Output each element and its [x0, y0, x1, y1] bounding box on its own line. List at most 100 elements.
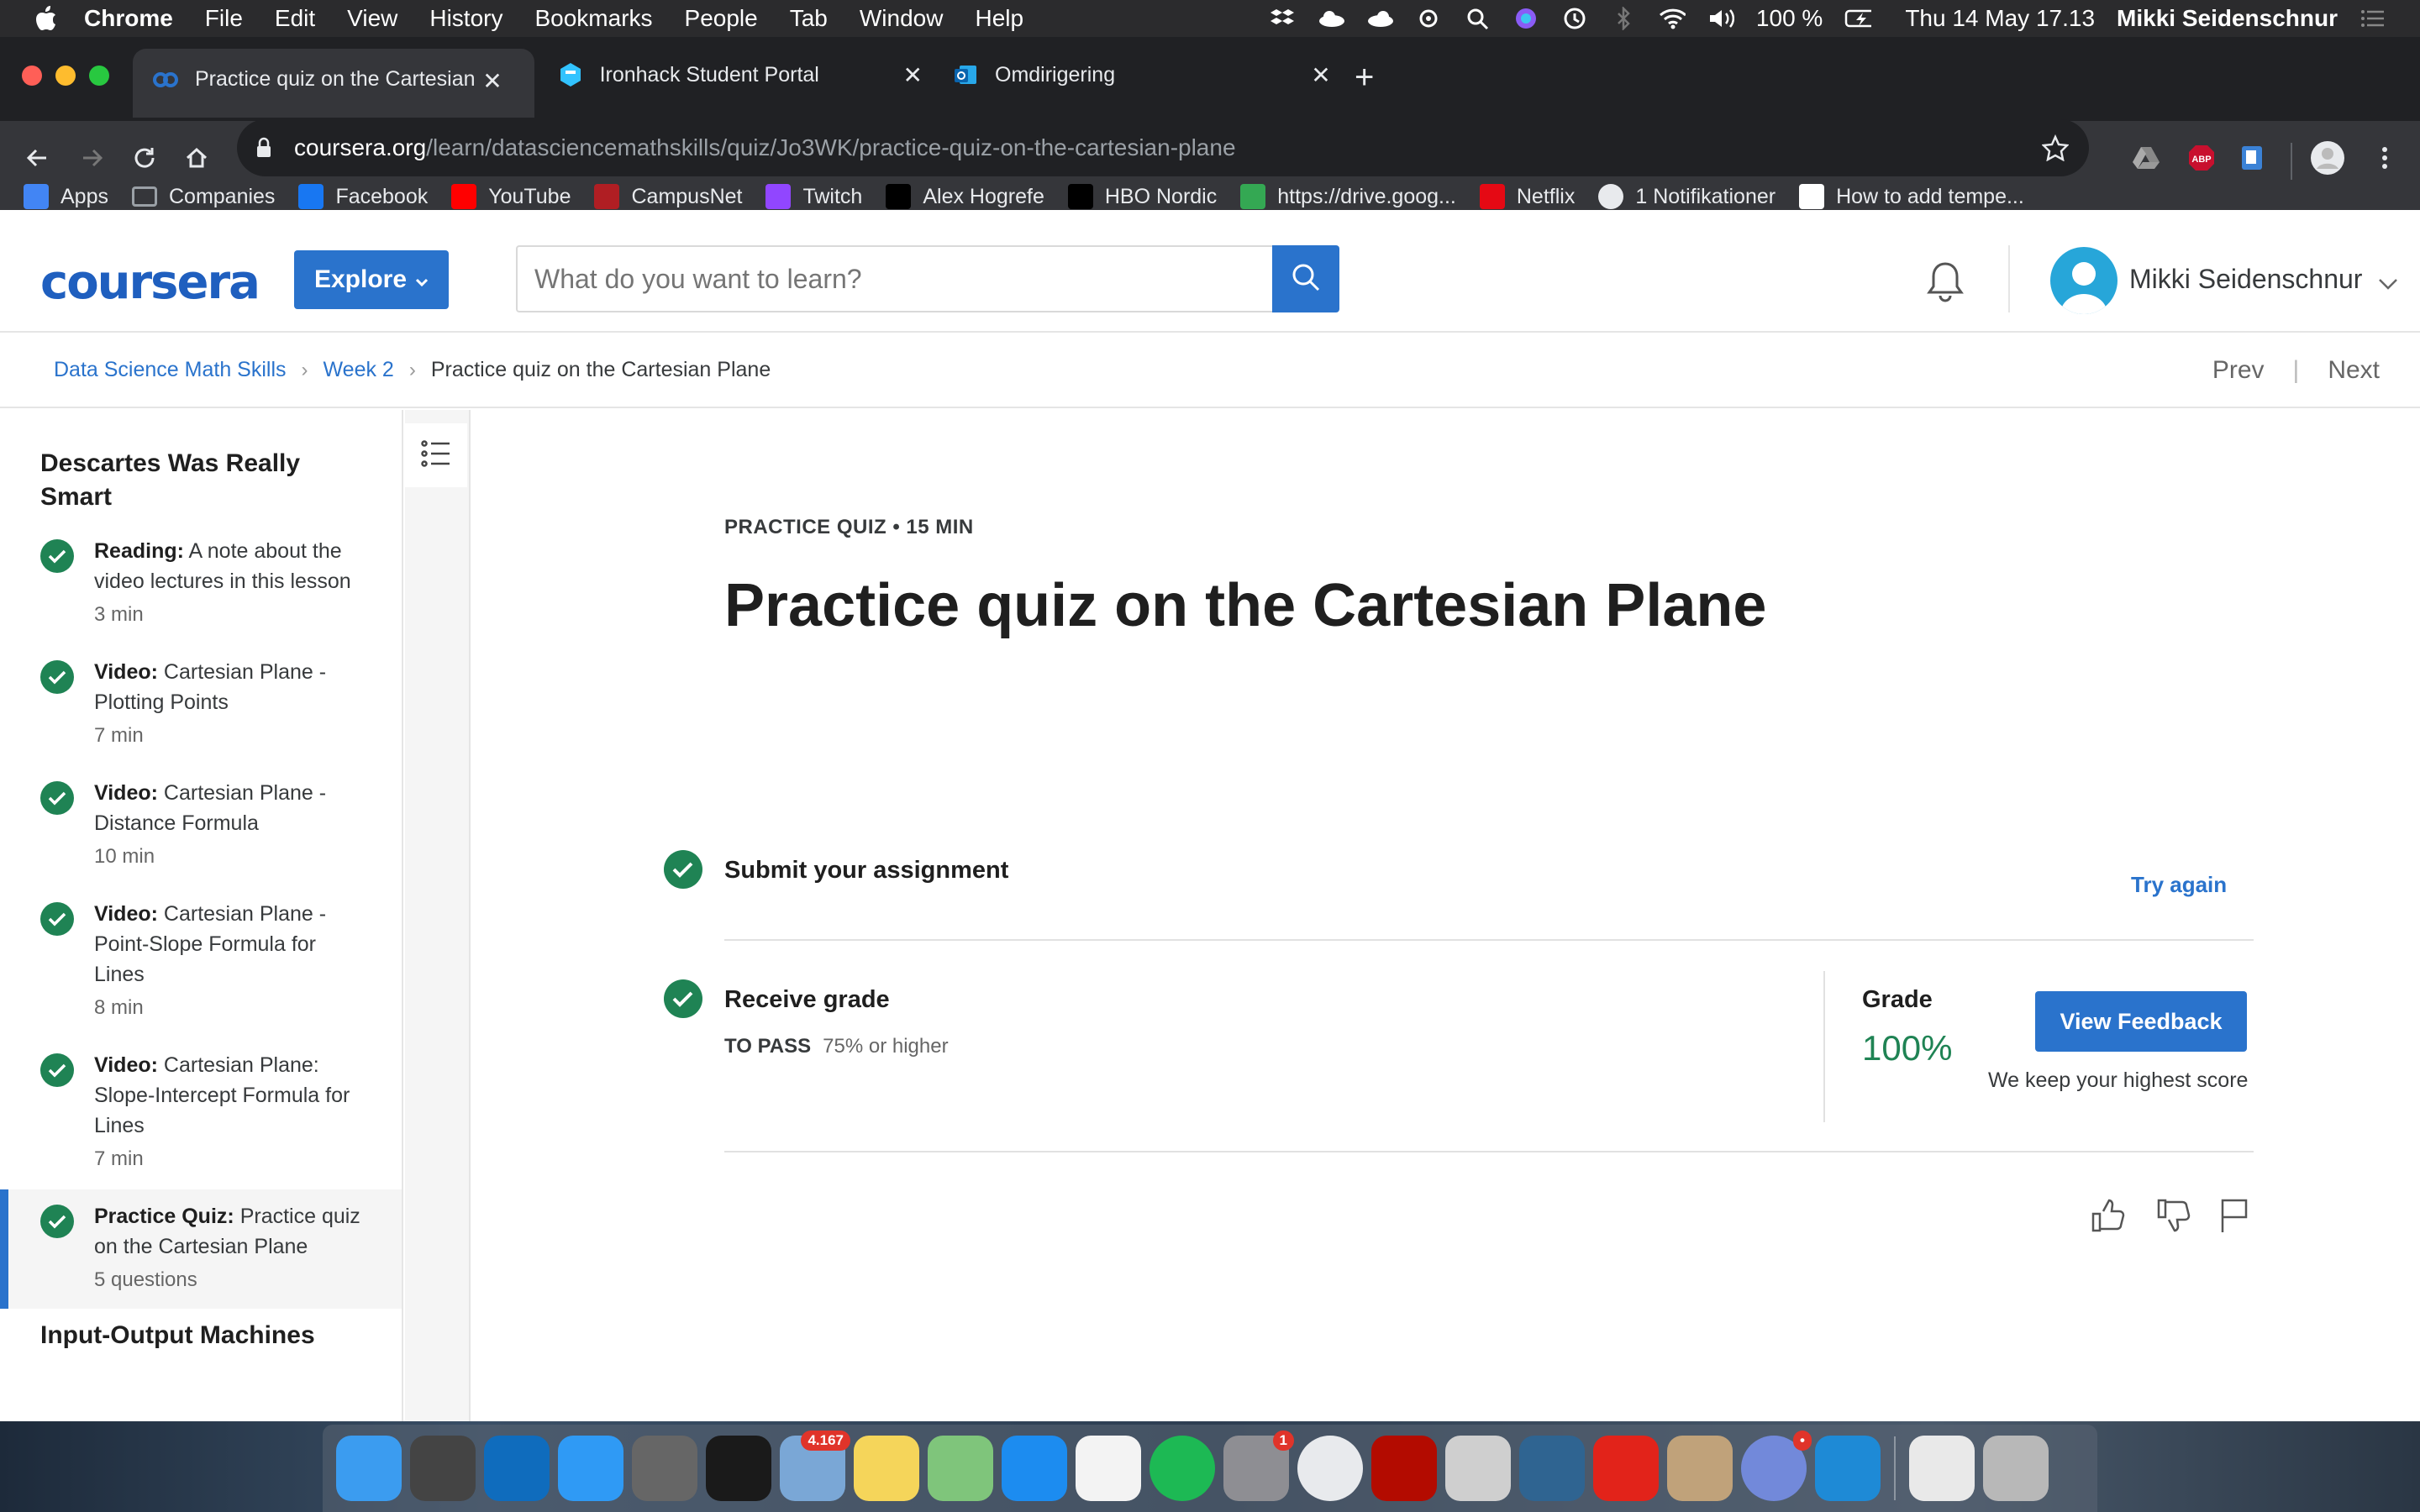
calculator-icon[interactable]: [1667, 1436, 1733, 1501]
trash-icon[interactable]: [1983, 1436, 2049, 1501]
bookmark-item[interactable]: Alex Hogrefe: [886, 184, 1044, 209]
tab-omdirigering[interactable]: Omdirigering ✕: [933, 49, 1336, 101]
adblock-plus-icon[interactable]: ABP: [2183, 139, 2220, 176]
explore-button[interactable]: Explore: [294, 250, 449, 309]
try-again-link[interactable]: Try again: [2131, 872, 2227, 898]
photos-icon[interactable]: [1076, 1436, 1141, 1501]
user-avatar-icon[interactable]: [2050, 247, 2118, 314]
activity-monitor-icon[interactable]: [706, 1436, 771, 1501]
chrome-icon[interactable]: [1297, 1436, 1363, 1501]
app-store-icon[interactable]: [1002, 1436, 1067, 1501]
launchpad-icon[interactable]: [632, 1436, 697, 1501]
onedrive-icon[interactable]: [484, 1436, 550, 1501]
mysql-workbench-icon[interactable]: [1519, 1436, 1585, 1501]
time-machine-icon[interactable]: [1561, 7, 1588, 30]
user-menu[interactable]: Mikki Seidenschnur: [2129, 264, 2398, 297]
coursera-logo[interactable]: coursera: [40, 255, 260, 310]
window-close-button[interactable]: [22, 66, 42, 86]
sidebar-item-video-slope-intercept[interactable]: Video: Cartesian Plane: Slope-Intercept …: [0, 1050, 402, 1188]
documents-folder-icon[interactable]: [1909, 1436, 1975, 1501]
wifi-icon[interactable]: [1659, 7, 1686, 30]
menu-people[interactable]: People: [685, 5, 758, 32]
notification-center-icon[interactable]: [2360, 7, 2386, 30]
spotify-icon[interactable]: [1150, 1436, 1215, 1501]
tab-ironhack[interactable]: Ironhack Student Portal ✕: [538, 49, 924, 101]
ironhack-app-icon[interactable]: [410, 1436, 476, 1501]
forward-arrow-icon[interactable]: [74, 139, 111, 176]
steelseries-icon[interactable]: [1415, 7, 1442, 30]
acrobat-reader-icon[interactable]: [1593, 1436, 1659, 1501]
tab-close-icon[interactable]: ✕: [901, 61, 924, 89]
battery-icon[interactable]: [1844, 7, 1872, 30]
sidebar-item-reading[interactable]: Reading: A note about the video lectures…: [0, 536, 402, 643]
search-button[interactable]: [1272, 245, 1339, 312]
bookmark-item[interactable]: Facebook: [298, 184, 428, 209]
sidebar-item-practice-quiz[interactable]: Practice Quiz: Practice quiz on the Cart…: [0, 1189, 402, 1309]
next-section-title[interactable]: Input-Output Machines: [40, 1319, 360, 1352]
new-tab-button[interactable]: +: [1355, 59, 1374, 97]
thumbs-down-icon[interactable]: [2154, 1196, 2193, 1235]
lock-icon[interactable]: [255, 137, 281, 159]
messages-icon[interactable]: [558, 1436, 623, 1501]
bookmark-item[interactable]: CampusNet: [594, 184, 742, 209]
reload-icon[interactable]: [126, 139, 163, 176]
toggle-outline-button[interactable]: [405, 423, 467, 487]
vscode-icon[interactable]: [1815, 1436, 1881, 1501]
sidebar-item-video-point-slope[interactable]: Video: Cartesian Plane - Point-Slope For…: [0, 899, 402, 1037]
menu-window[interactable]: Window: [860, 5, 944, 32]
bookmark-item[interactable]: https://drive.goog...: [1240, 184, 1456, 209]
finder-icon[interactable]: [336, 1436, 402, 1501]
notifications-bell-icon[interactable]: [1924, 259, 1966, 304]
tab-close-icon[interactable]: ✕: [1309, 61, 1333, 89]
icloud-icon[interactable]: [1318, 7, 1344, 30]
extension-book-icon[interactable]: [2233, 139, 2270, 176]
bluetooth-icon[interactable]: [1610, 7, 1637, 30]
breadcrumb-course-link[interactable]: Data Science Math Skills: [54, 358, 287, 382]
spotlight-search-icon[interactable]: [1464, 7, 1491, 30]
address-bar[interactable]: coursera.org /learn/datasciencemathskill…: [237, 119, 2089, 176]
onedrive-menubar-icon[interactable]: [1366, 7, 1393, 30]
bookmark-item[interactable]: Twitch: [765, 184, 862, 209]
menubar-clock[interactable]: Thu 14 May 17.13: [1905, 5, 2095, 32]
notes-icon[interactable]: [854, 1436, 919, 1501]
google-drive-extension-icon[interactable]: [2128, 139, 2165, 176]
bookmark-item[interactable]: How to add tempe...: [1799, 184, 2024, 209]
sidebar-item-video-plotting[interactable]: Video: Cartesian Plane - Plotting Points…: [0, 657, 402, 764]
tab-coursera[interactable]: Practice quiz on the Cartesian Plane ✕: [133, 49, 534, 118]
report-flag-icon[interactable]: [2215, 1196, 2254, 1235]
siri-icon[interactable]: [1512, 7, 1539, 30]
system-preferences-icon[interactable]: 1: [1223, 1431, 1294, 1501]
window-minimize-button[interactable]: [55, 66, 76, 86]
sidebar-item-video-distance[interactable]: Video: Cartesian Plane - Distance Formul…: [0, 778, 402, 885]
volume-icon[interactable]: [1707, 7, 1734, 30]
dropbox-icon[interactable]: [1269, 7, 1296, 30]
search-input[interactable]: [516, 245, 1274, 312]
bookmark-item[interactable]: Apps: [24, 184, 108, 209]
next-link[interactable]: Next: [2328, 356, 2380, 385]
breadcrumb-week-link[interactable]: Week 2: [324, 358, 394, 382]
menubar-user[interactable]: Mikki Seidenschnur: [2117, 5, 2338, 32]
menu-view[interactable]: View: [347, 5, 397, 32]
menu-help[interactable]: Help: [975, 5, 1023, 32]
apple-menu-icon[interactable]: [34, 4, 59, 33]
bookmark-item[interactable]: YouTube: [451, 184, 571, 209]
bookmark-item[interactable]: Companies: [131, 185, 275, 209]
maps-icon[interactable]: [928, 1436, 993, 1501]
back-arrow-icon[interactable]: [18, 139, 55, 176]
menu-file[interactable]: File: [205, 5, 243, 32]
acrobat-icon[interactable]: [1371, 1436, 1437, 1501]
bookmark-item[interactable]: Netflix: [1479, 184, 1575, 209]
bookmark-star-icon[interactable]: [2041, 134, 2070, 167]
menu-bookmarks[interactable]: Bookmarks: [534, 5, 652, 32]
window-zoom-button[interactable]: [89, 66, 109, 86]
bookmark-item[interactable]: 1 Notifikationer: [1598, 184, 1776, 209]
bookmark-item[interactable]: HBO Nordic: [1067, 184, 1217, 209]
discord-icon[interactable]: •: [1741, 1431, 1812, 1501]
view-feedback-button[interactable]: View Feedback: [2035, 991, 2247, 1052]
menu-history[interactable]: History: [429, 5, 502, 32]
menu-tab[interactable]: Tab: [790, 5, 828, 32]
home-icon[interactable]: [178, 139, 215, 176]
chrome-menu-icon[interactable]: [2366, 139, 2403, 176]
prev-link[interactable]: Prev: [2212, 356, 2265, 385]
tab-close-icon[interactable]: ✕: [481, 67, 504, 95]
